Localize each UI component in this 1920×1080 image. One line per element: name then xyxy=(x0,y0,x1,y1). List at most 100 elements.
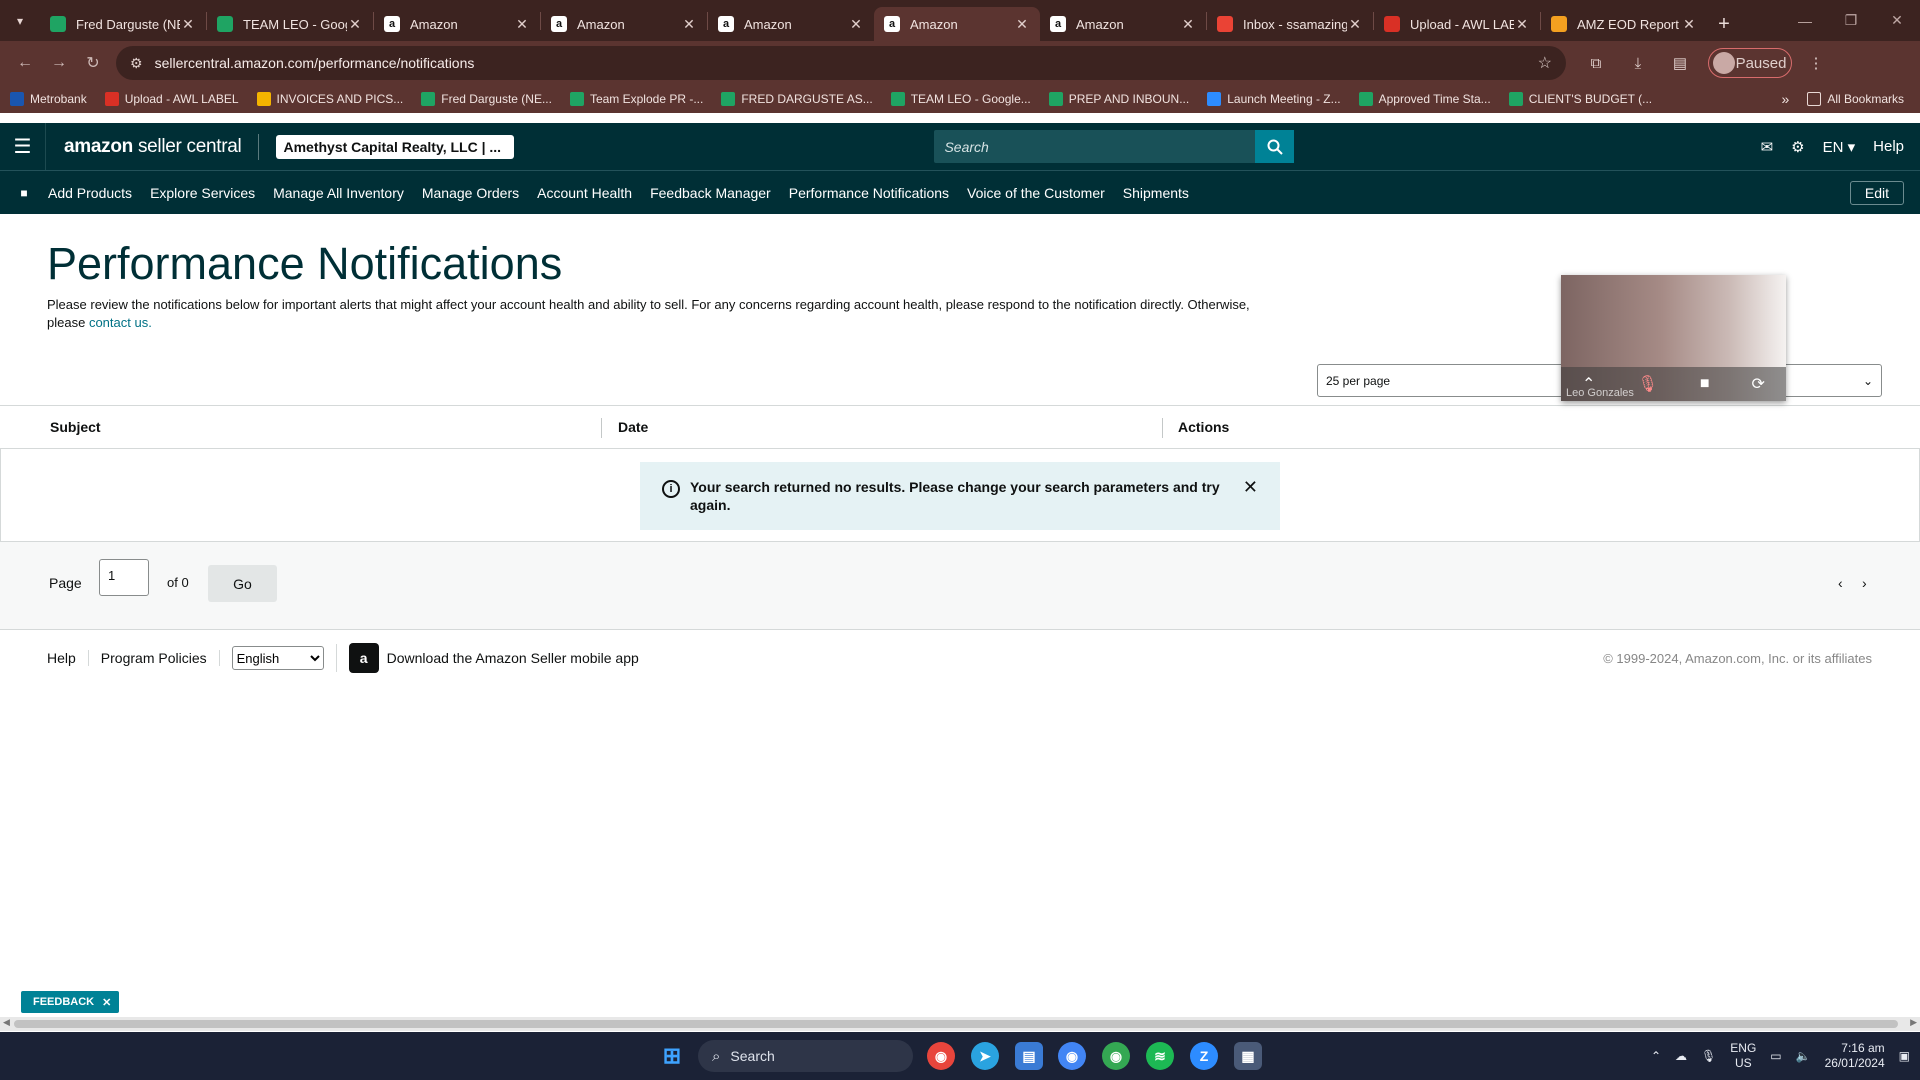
telegram-icon[interactable]: ➤ xyxy=(971,1042,999,1070)
nav-item-performance-notifications[interactable]: Performance Notifications xyxy=(789,185,949,201)
settings-gear-icon[interactable]: ⚙ xyxy=(1791,138,1804,156)
go-button[interactable]: Go xyxy=(208,565,277,602)
account-switcher[interactable]: Amethyst Capital Realty, LLC | ... xyxy=(276,134,515,159)
side-panel-icon[interactable]: ▤ xyxy=(1662,46,1698,80)
scrollbar-thumb[interactable] xyxy=(14,1020,1898,1028)
chevron-right-icon[interactable]: › xyxy=(1862,575,1867,591)
forward-icon[interactable]: → xyxy=(42,46,76,80)
mic-muted-icon[interactable]: 🎙 xyxy=(1637,374,1657,394)
tab-6[interactable]: a Amazon ✕ xyxy=(1040,7,1206,41)
close-tab-icon[interactable]: ✕ xyxy=(1681,16,1697,33)
close-tab-icon[interactable]: ✕ xyxy=(1514,16,1530,33)
tab-8[interactable]: Upload - AWL LAB ✕ xyxy=(1374,7,1540,41)
bookmark-icon[interactable]: ■ xyxy=(0,186,48,200)
nav-item-explore-services[interactable]: Explore Services xyxy=(150,185,255,201)
notifications-icon[interactable]: ▣ xyxy=(1899,1049,1910,1063)
bookmark-item[interactable]: TEAM LEO - Google... xyxy=(890,92,1031,106)
hamburger-menu-icon[interactable]: ☰ xyxy=(0,123,46,170)
language-selector[interactable]: EN ▾ xyxy=(1823,138,1856,156)
volume-icon[interactable]: 🔈 xyxy=(1796,1049,1811,1063)
new-tab-button[interactable]: + xyxy=(1707,7,1741,41)
browser-menu-icon[interactable]: ⋮ xyxy=(1798,46,1834,80)
video-call-overlay[interactable]: ⌃ 🎙 ■ ⟳ Leo Gonzales xyxy=(1561,275,1786,401)
close-tab-icon[interactable]: ✕ xyxy=(180,16,196,33)
chrome-icon[interactable]: ◉ xyxy=(927,1042,955,1070)
nav-item-account-health[interactable]: Account Health xyxy=(537,185,632,201)
extensions-icon[interactable]: ⧉ xyxy=(1578,46,1614,80)
nav-item-manage-all-inventory[interactable]: Manage All Inventory xyxy=(273,185,404,201)
search-button[interactable] xyxy=(1255,130,1295,163)
bookmark-item[interactable]: Team Explode PR -... xyxy=(569,92,703,106)
tab-1[interactable]: TEAM LEO - Goog ✕ xyxy=(207,7,373,41)
chevron-left-icon[interactable]: ‹ xyxy=(1838,575,1843,591)
bookmark-item[interactable]: Upload - AWL LABEL xyxy=(104,92,239,106)
mic-icon[interactable]: 🎙 xyxy=(1701,1049,1716,1063)
close-tab-icon[interactable]: ✕ xyxy=(681,16,697,33)
edit-nav-button[interactable]: Edit xyxy=(1849,180,1904,205)
site-info-icon[interactable]: ⚙ xyxy=(130,55,143,72)
close-tab-icon[interactable]: ✕ xyxy=(514,16,530,33)
profile-button[interactable]: Paused xyxy=(1708,48,1792,78)
bookmark-item[interactable]: INVOICES AND PICS... xyxy=(256,92,403,106)
bookmark-star-icon[interactable]: ☆ xyxy=(1538,53,1552,73)
download-app-link[interactable]: Download the Amazon Seller mobile app xyxy=(387,650,639,666)
bookmark-item[interactable]: CLIENT'S BUDGET (... xyxy=(1508,92,1652,106)
bookmark-item[interactable]: Approved Time Sta... xyxy=(1358,92,1491,106)
minimize-icon[interactable]: — xyxy=(1782,0,1828,41)
close-icon[interactable]: ✕ xyxy=(1243,478,1258,496)
amazon-app-icon[interactable]: a xyxy=(348,643,379,673)
seller-central-logo[interactable]: amazon seller central xyxy=(64,136,242,158)
tab-4[interactable]: a Amazon ✕ xyxy=(708,7,874,41)
scroll-right-icon[interactable]: ▶ xyxy=(1910,1017,1917,1028)
close-window-icon[interactable]: ✕ xyxy=(1874,0,1920,41)
zoom-icon[interactable]: Z xyxy=(1190,1042,1218,1070)
taskbar-search[interactable]: ⌕ Search xyxy=(698,1040,913,1072)
bookmark-item[interactable]: Launch Meeting - Z... xyxy=(1207,92,1341,106)
download-icon[interactable]: ⤓ xyxy=(1620,46,1656,80)
close-tab-icon[interactable]: ✕ xyxy=(1180,16,1196,33)
back-icon[interactable]: ← xyxy=(8,46,42,80)
horizontal-scrollbar[interactable]: ◀ ▶ xyxy=(0,1017,1920,1031)
close-tab-icon[interactable]: ✕ xyxy=(848,16,864,33)
bookmark-item[interactable]: Fred Darguste (NE... xyxy=(421,92,552,106)
chrome-profile-icon[interactable]: ◉ xyxy=(1102,1042,1130,1070)
column-subject[interactable]: Subject xyxy=(50,419,101,435)
tab-search-icon[interactable]: ▾ xyxy=(0,0,40,41)
notepad-icon[interactable]: ▤ xyxy=(1015,1042,1043,1070)
help-link[interactable]: Help xyxy=(1873,138,1904,155)
calculator-icon[interactable]: ▦ xyxy=(1234,1042,1262,1070)
spotify-icon[interactable]: ≋ xyxy=(1146,1042,1174,1070)
camera-icon[interactable]: ■ xyxy=(1700,375,1710,393)
bookmarks-overflow-icon[interactable]: » xyxy=(1782,91,1790,107)
footer-language-select[interactable]: English xyxy=(231,646,324,670)
close-tab-icon[interactable]: ✕ xyxy=(347,16,363,33)
share-screen-icon[interactable]: ⟳ xyxy=(1752,374,1765,394)
column-date[interactable]: Date xyxy=(618,419,648,435)
close-tab-icon[interactable]: ✕ xyxy=(1347,16,1363,33)
feedback-button[interactable]: FEEDBACK ✕ xyxy=(21,991,120,1013)
chrome-profile-icon[interactable]: ◉ xyxy=(1058,1042,1086,1070)
tab-7[interactable]: Inbox - ssamazing ✕ xyxy=(1207,7,1373,41)
mail-icon[interactable]: ✉ xyxy=(1761,138,1774,156)
close-tab-icon[interactable]: ✕ xyxy=(1014,16,1030,33)
chevron-up-icon[interactable]: ⌃ xyxy=(1651,1049,1661,1063)
bookmark-item[interactable]: PREP AND INBOUN... xyxy=(1048,92,1189,106)
clock[interactable]: 7:16 am 26/01/2024 xyxy=(1825,1041,1885,1071)
nav-item-add-products[interactable]: Add Products xyxy=(48,185,132,201)
footer-help-link[interactable]: Help xyxy=(0,650,89,666)
program-policies-link[interactable]: Program Policies xyxy=(89,650,220,666)
search-input[interactable]: Search xyxy=(934,139,1255,155)
scroll-left-icon[interactable]: ◀ xyxy=(3,1017,10,1028)
restore-icon[interactable]: ❐ xyxy=(1828,0,1874,41)
windows-start-icon[interactable]: ⊞ xyxy=(658,1042,686,1070)
reload-icon[interactable]: ↻ xyxy=(76,46,110,80)
address-bar[interactable]: ⚙ sellercentral.amazon.com/performance/n… xyxy=(116,46,1566,80)
nav-item-voice-of-the-customer[interactable]: Voice of the Customer xyxy=(967,185,1105,201)
network-icon[interactable]: ▭ xyxy=(1770,1049,1781,1063)
close-icon[interactable]: ✕ xyxy=(102,996,111,1009)
all-bookmarks[interactable]: All Bookmarks xyxy=(1807,92,1904,106)
bookmark-item[interactable]: FRED DARGUSTE AS... xyxy=(721,92,873,106)
cloud-off-icon[interactable]: ☁ xyxy=(1675,1049,1687,1063)
tab-9[interactable]: AMZ EOD Report ✕ xyxy=(1541,7,1707,41)
nav-item-feedback-manager[interactable]: Feedback Manager xyxy=(650,185,771,201)
